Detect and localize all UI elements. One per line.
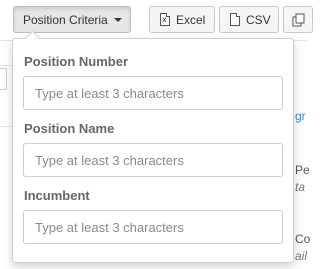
copy-icon bbox=[292, 13, 305, 26]
position-criteria-button[interactable]: Position Criteria bbox=[13, 6, 131, 33]
incumbent-label: Incumbent bbox=[24, 188, 90, 203]
csv-export-button[interactable]: CSV bbox=[219, 6, 279, 33]
copy-button[interactable] bbox=[283, 6, 313, 33]
background-text-fragment: Co bbox=[295, 232, 311, 246]
position-number-label: Position Number bbox=[24, 54, 129, 69]
excel-file-icon: x bbox=[160, 13, 170, 26]
position-criteria-label: Position Criteria bbox=[23, 12, 108, 27]
position-criteria-dropdown: Position Number Position Name Incumbent bbox=[12, 30, 294, 263]
background-input-edge bbox=[0, 68, 7, 90]
background-text-fragment: ta bbox=[295, 180, 306, 194]
toolbar: Position Criteria x Excel CSV bbox=[0, 0, 313, 40]
background-link-fragment: gr bbox=[295, 109, 306, 123]
background-divider bbox=[0, 126, 12, 127]
background-text-fragment: Pe bbox=[295, 163, 310, 177]
incumbent-input[interactable] bbox=[23, 210, 283, 244]
excel-label: Excel bbox=[176, 12, 206, 27]
excel-export-button[interactable]: x Excel bbox=[149, 6, 215, 33]
caret-down-icon bbox=[113, 18, 122, 22]
csv-label: CSV bbox=[246, 12, 271, 27]
background-text-fragment: ail bbox=[295, 249, 308, 263]
position-name-label: Position Name bbox=[24, 121, 115, 136]
position-number-input[interactable] bbox=[23, 76, 283, 110]
position-name-input[interactable] bbox=[23, 143, 283, 177]
background-divider bbox=[0, 65, 12, 66]
csv-file-icon bbox=[230, 13, 240, 26]
